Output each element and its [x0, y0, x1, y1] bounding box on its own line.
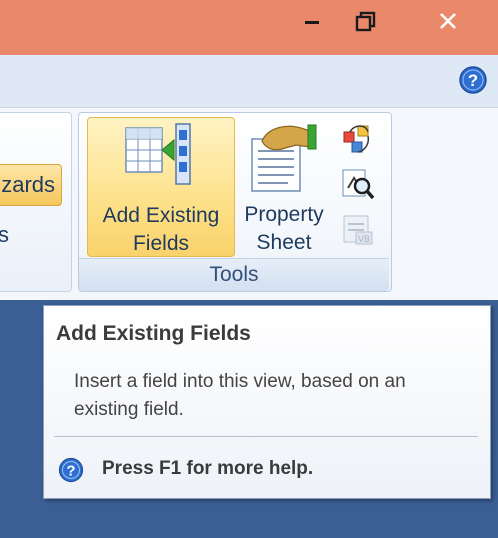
- ribbon-help-button[interactable]: ?: [458, 65, 488, 95]
- view-code-icon: [342, 169, 375, 200]
- left-group-fragment-label: s: [0, 222, 9, 247]
- add-existing-fields-label-line1: Add Existing: [102, 204, 220, 227]
- add-existing-fields-label: Add Existing Fields: [88, 202, 234, 258]
- add-existing-fields-label-line2: Fields: [132, 232, 190, 255]
- add-existing-fields-icon: [125, 123, 191, 185]
- property-sheet-label: Property Sheet: [234, 201, 334, 257]
- property-sheet-label-line1: Property: [244, 203, 324, 226]
- svg-text:VB: VB: [358, 234, 370, 244]
- restore-icon: [355, 11, 376, 32]
- tooltip-divider: [54, 436, 478, 437]
- property-sheet-label-line2: Sheet: [256, 231, 312, 254]
- ribbon-tab-strip: [0, 55, 498, 108]
- convert-macros-button[interactable]: VB: [340, 212, 376, 248]
- tools-group-label: Tools: [79, 258, 389, 291]
- tooltip-title: Add Existing Fields: [56, 322, 251, 345]
- help-icon: ?: [459, 66, 487, 94]
- add-existing-fields-button[interactable]: Add Existing Fields: [87, 117, 235, 257]
- property-sheet-icon: [251, 124, 317, 192]
- view-code-button[interactable]: [340, 166, 376, 202]
- minimize-icon: [305, 21, 319, 24]
- close-button[interactable]: [397, 0, 498, 42]
- wizards-label: zards: [1, 172, 55, 197]
- restore-button[interactable]: [343, 0, 389, 42]
- tab-order-icon: [343, 125, 370, 153]
- svg-text:?: ?: [66, 463, 75, 480]
- property-sheet-button[interactable]: Property Sheet: [236, 117, 332, 255]
- tooltip-help-text: Press F1 for more help.: [102, 458, 314, 479]
- minimize-button[interactable]: [289, 0, 335, 42]
- super-tooltip: Add Existing Fields Insert a field into …: [43, 305, 491, 499]
- close-icon: [439, 13, 456, 29]
- tooltip-description: Insert a field into this view, based on …: [74, 371, 406, 420]
- use-control-wizards-button[interactable]: zards: [0, 164, 62, 206]
- convert-macros-icon: VB: [343, 215, 373, 245]
- help-icon: ?: [58, 457, 84, 483]
- svg-text:?: ?: [468, 71, 478, 90]
- tab-order-button[interactable]: [340, 122, 376, 158]
